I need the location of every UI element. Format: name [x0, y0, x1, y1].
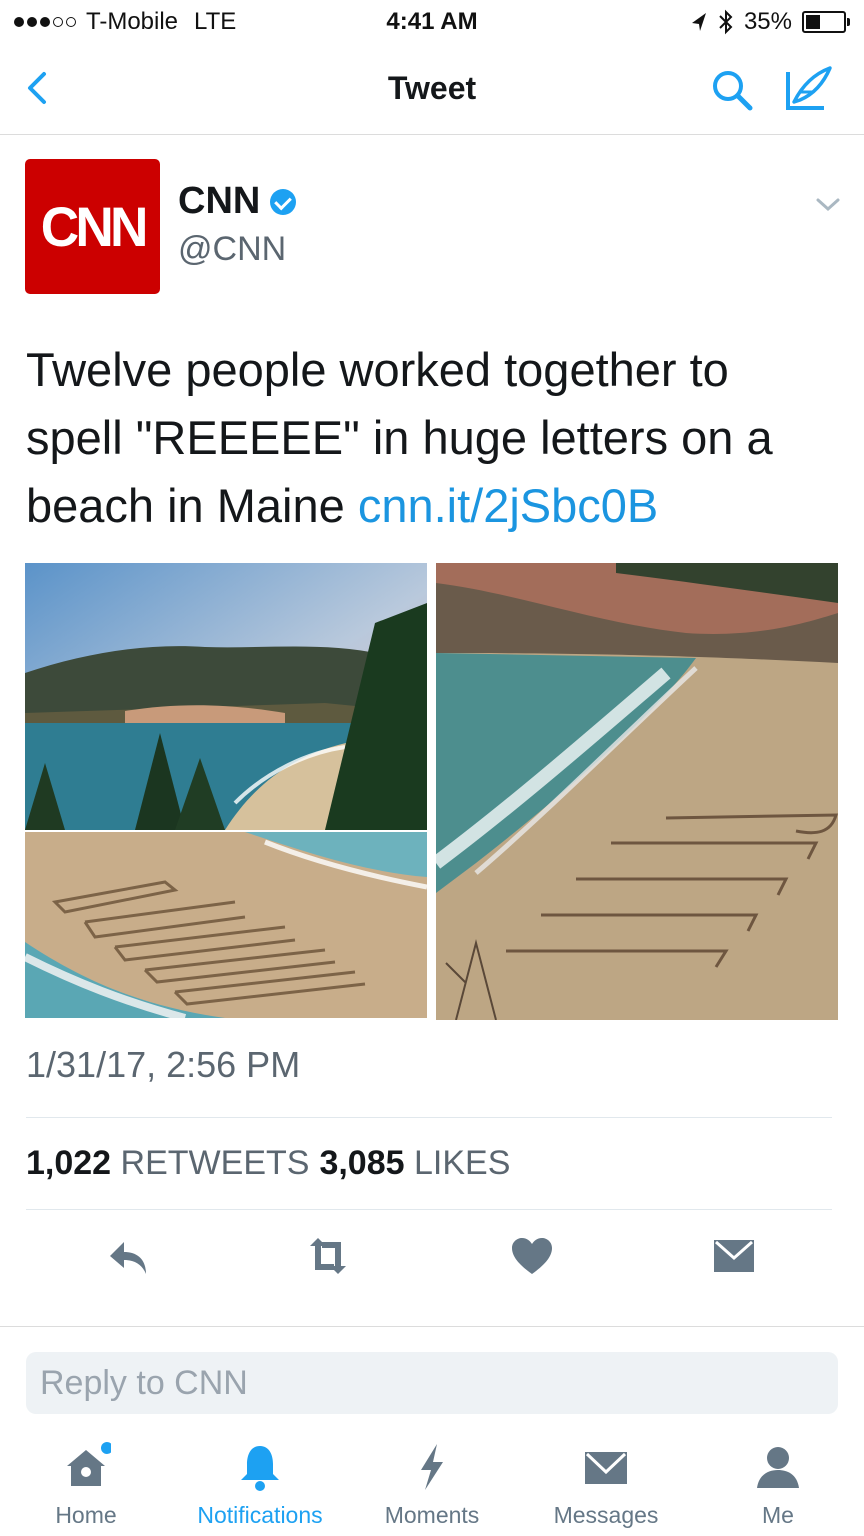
chevron-down-icon[interactable]: [812, 192, 844, 216]
person-icon: [757, 1447, 799, 1488]
tab-bar: Home Notifications Moments Messages Me: [0, 1436, 864, 1536]
retweets-count: 1,022: [26, 1144, 112, 1182]
direct-message-icon[interactable]: [710, 1234, 758, 1278]
tweet-link[interactable]: cnn.it/2jSbc0B: [358, 479, 658, 532]
author-name-row[interactable]: CNN: [178, 180, 297, 223]
battery-icon: [802, 11, 850, 33]
tweet-photo-coastline[interactable]: [25, 563, 427, 830]
bluetooth-icon: [719, 9, 733, 35]
tab-home[interactable]: Home: [6, 1436, 166, 1536]
avatar-logo-text: CNN: [40, 195, 149, 258]
status-bar: T-Mobile LTE 4:41 AM 35%: [0, 0, 864, 44]
tab-label-moments: Moments: [384, 1502, 480, 1528]
reply-icon[interactable]: [106, 1234, 154, 1278]
search-icon[interactable]: [708, 68, 756, 112]
tab-messages[interactable]: Messages: [526, 1436, 686, 1536]
author-handle[interactable]: @CNN: [178, 230, 286, 269]
tab-label-notifications: Notifications: [197, 1502, 323, 1528]
tweet-photo-beach[interactable]: [436, 563, 838, 1020]
verified-badge-icon: [270, 188, 297, 215]
tab-label-messages: Messages: [553, 1502, 659, 1528]
tab-label-me: Me: [762, 1502, 794, 1528]
cnn-avatar[interactable]: CNN: [25, 159, 160, 294]
author-name: CNN: [178, 180, 261, 222]
tweet-stats: 1,022 RETWEETS 3,085 LIKES: [26, 1144, 510, 1183]
tab-moments[interactable]: Moments: [352, 1436, 512, 1536]
retweets-label: RETWEETS: [120, 1144, 310, 1182]
divider: [0, 1326, 864, 1327]
compose-tweet-icon[interactable]: [780, 62, 836, 114]
likes-count: 3,085: [319, 1144, 405, 1182]
likes-stat[interactable]: 3,085 LIKES: [319, 1144, 510, 1183]
tweet-text: Twelve people worked together to spell "…: [26, 336, 826, 540]
like-heart-icon[interactable]: [508, 1234, 556, 1278]
battery-percent: 35%: [743, 8, 792, 35]
nav-bar: Tweet: [0, 44, 864, 135]
tweet-timestamp: 1/31/17, 2:56 PM: [26, 1044, 301, 1085]
reply-placeholder: Reply to CNN: [40, 1364, 248, 1402]
tab-label-home: Home: [55, 1502, 117, 1528]
reply-input[interactable]: Reply to CNN: [26, 1352, 838, 1414]
divider: [26, 1117, 832, 1118]
retweet-icon[interactable]: [304, 1234, 352, 1278]
tweet-photo-sand-letters[interactable]: [25, 832, 427, 1018]
tab-notifications[interactable]: Notifications: [180, 1436, 340, 1536]
status-right: 35%: [690, 8, 850, 36]
tab-me[interactable]: Me: [698, 1436, 858, 1536]
lightning-icon: [421, 1444, 443, 1490]
home-icon: [67, 1442, 111, 1486]
likes-label: LIKES: [414, 1144, 511, 1182]
location-icon: [691, 13, 706, 31]
bell-icon: [241, 1446, 279, 1491]
envelope-icon: [585, 1452, 627, 1484]
divider: [26, 1209, 832, 1210]
retweets-stat[interactable]: 1,022 RETWEETS: [26, 1144, 309, 1183]
